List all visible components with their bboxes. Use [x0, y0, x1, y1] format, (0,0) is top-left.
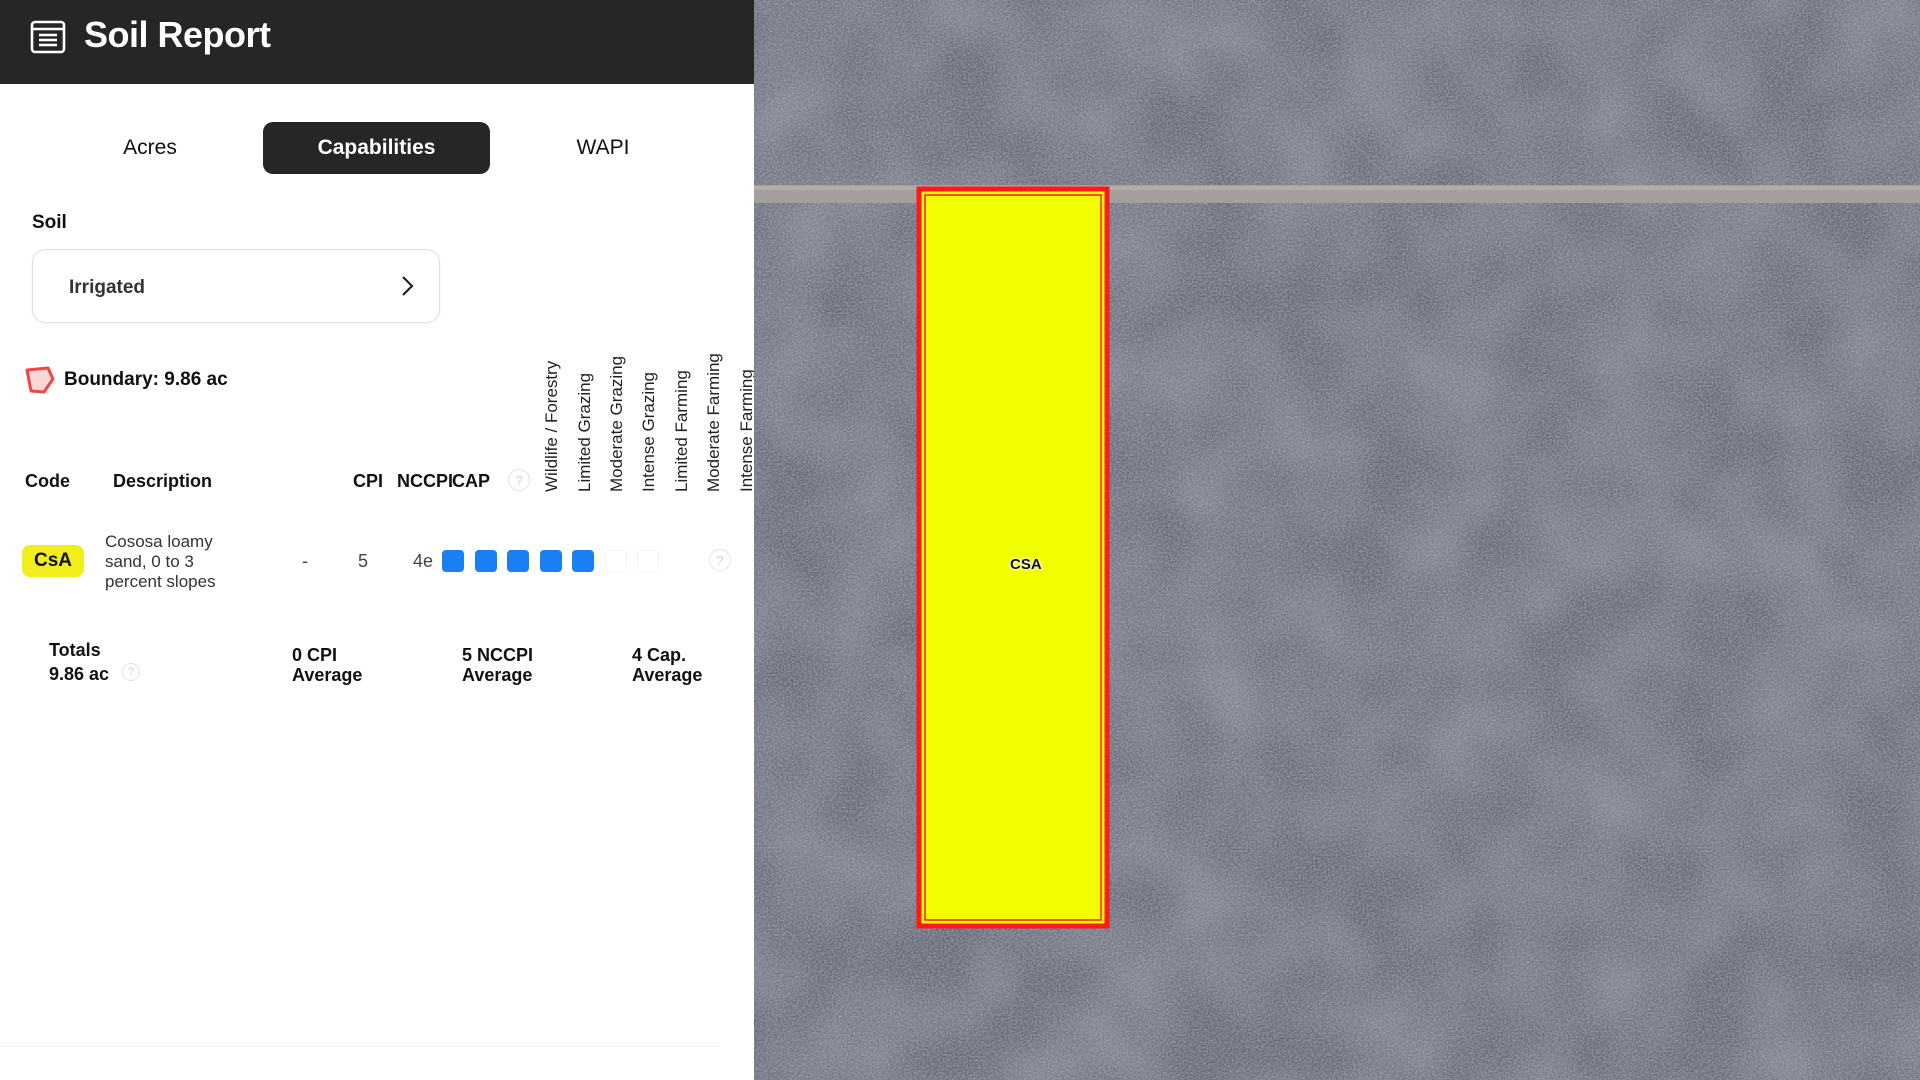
nccpi-average-value: 5 NCCPI [462, 645, 534, 665]
capability-level-box [539, 550, 562, 572]
capability-level-box [474, 550, 497, 572]
capability-level-box [507, 550, 529, 572]
capability-level-box [604, 550, 627, 572]
column-header-code: Code [25, 471, 70, 491]
app-header: Soil Report [0, 0, 754, 84]
totals-title: Totals [49, 640, 101, 660]
page-title: Soil Report [84, 14, 271, 55]
cap-average-value: 4 Cap. [632, 645, 687, 665]
boundary-polygon-icon [25, 366, 55, 394]
soil-description: Cososa loamy sand, 0 to 3 percent slopes [105, 532, 216, 591]
capability-level-box [442, 550, 464, 572]
soil-type-value: Irrigated [69, 277, 146, 298]
cap-average: 4 Cap. Average [632, 645, 702, 685]
satellite-map[interactable]: CSA [754, 0, 1920, 1080]
cpi-value: - [302, 551, 308, 571]
cap-help-icon[interactable]: ? [508, 469, 530, 491]
nccpi-average-label: Average [462, 665, 533, 685]
cpi-average: 0 CPI Average [292, 645, 362, 685]
nccpi-value: 5 [358, 551, 369, 571]
soil-code-badge: CsA [22, 545, 84, 577]
column-header-cap: CAP [452, 471, 491, 491]
nccpi-average: 5 NCCPI Average [462, 645, 533, 685]
report-list-icon [30, 20, 66, 54]
row-help-icon[interactable]: ? [709, 549, 731, 571]
cpi-average-value: 0 CPI [292, 645, 338, 665]
cpi-average-label: Average [292, 665, 363, 685]
tab-capabilities[interactable]: Capabilities [263, 122, 490, 174]
column-header-cpi: CPI [353, 471, 384, 491]
soil-report-panel: Soil Report Acres Capabilities WAPI Soil… [0, 0, 756, 1080]
soil-type-select[interactable]: Irrigated [32, 249, 440, 323]
cap-value: 4e [413, 551, 434, 571]
column-header-nccpi: NCCPI [397, 471, 454, 491]
tab-bar: Acres Capabilities WAPI [0, 122, 754, 174]
totals-acres: 9.86 ac [49, 664, 110, 684]
capability-level-box [637, 550, 659, 572]
chevron-right-icon [402, 276, 414, 296]
boundary-text: Boundary: 9.86 ac [64, 369, 228, 390]
totals-help-icon[interactable]: ? [122, 663, 140, 681]
soil-label: Soil [32, 212, 67, 233]
tab-wapi[interactable]: WAPI [513, 122, 693, 174]
capability-level-box [572, 550, 594, 572]
cap-average-label: Average [632, 665, 703, 685]
column-header-description: Description [113, 471, 213, 491]
map-imagery [754, 0, 1920, 1080]
boundary-summary: Boundary: 9.86 ac [24, 364, 228, 396]
tab-acres[interactable]: Acres [60, 122, 240, 174]
parcel-soil-label: CSA [1010, 556, 1042, 573]
divider [0, 1046, 720, 1047]
